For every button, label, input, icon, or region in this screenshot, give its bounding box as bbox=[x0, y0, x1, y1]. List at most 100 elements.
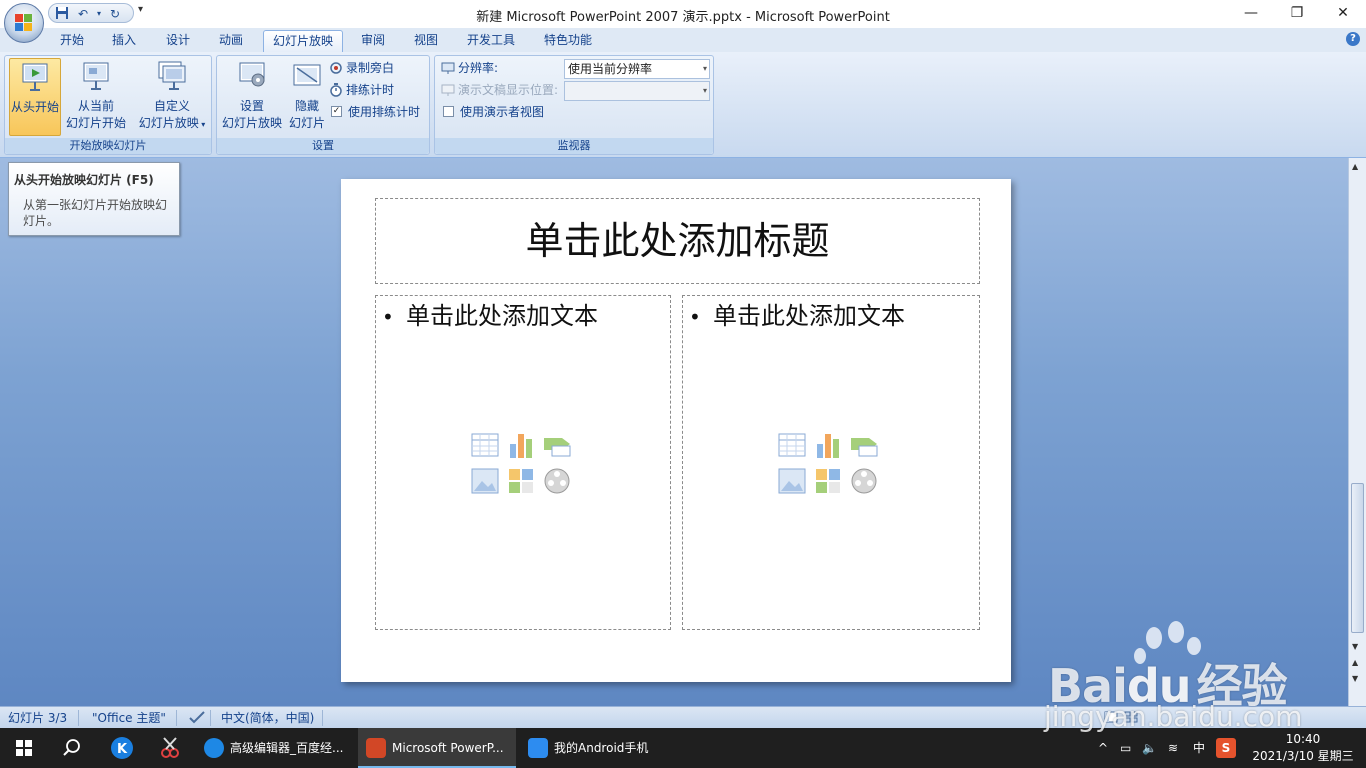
hide-label-2: 幻灯片 bbox=[288, 116, 325, 130]
office-button[interactable] bbox=[4, 3, 44, 43]
search-icon bbox=[63, 739, 80, 756]
hide-slide-button[interactable]: 隐藏 幻灯片 bbox=[287, 58, 327, 136]
left-bullet: • 单击此处添加文本 bbox=[382, 300, 598, 333]
scroll-up-icon[interactable]: ▲ bbox=[1352, 162, 1358, 171]
show-on-dropdown[interactable]: ▾ bbox=[564, 81, 710, 101]
taskbar-app-powerpoint-label: Microsoft PowerP... bbox=[392, 741, 504, 755]
tab-slide-show[interactable]: 幻灯片放映 bbox=[263, 30, 343, 52]
left-content-placeholder[interactable]: • 单击此处添加文本 bbox=[375, 295, 671, 630]
presenter-view-label: 使用演示者视图 bbox=[460, 105, 545, 119]
bullet-icon: • bbox=[382, 305, 394, 329]
kuaishou-app-button[interactable]: K bbox=[98, 728, 146, 768]
tab-review[interactable]: 审阅 bbox=[355, 30, 391, 52]
next-slide-icon[interactable]: ▼ bbox=[1352, 674, 1358, 683]
insert-table-icon[interactable] bbox=[777, 430, 807, 460]
slide-canvas[interactable]: 单击此处添加标题 • 单击此处添加文本 • 单击此处添加文本 bbox=[341, 179, 1011, 682]
insert-picture-icon[interactable] bbox=[470, 466, 500, 496]
show-hidden-icons[interactable]: ^ bbox=[1098, 728, 1108, 768]
right-placeholder-text: 单击此处添加文本 bbox=[713, 302, 905, 330]
system-clock[interactable]: 10:40 2021/3/10 星期三 bbox=[1248, 731, 1358, 765]
close-icon[interactable]: ✕ bbox=[1320, 0, 1366, 28]
from-beginning-label: 从头开始 bbox=[10, 100, 59, 114]
chevron-down-icon: ▾ bbox=[198, 120, 206, 129]
spelling-check-icon[interactable] bbox=[188, 710, 206, 726]
scissors-icon bbox=[161, 737, 179, 758]
tab-animations[interactable]: 动画 bbox=[213, 30, 249, 52]
insert-chart-icon[interactable] bbox=[813, 430, 843, 460]
restore-icon[interactable]: ❐ bbox=[1274, 0, 1320, 28]
set-up-slide-show-button[interactable]: 设置 幻灯片放映 bbox=[219, 58, 285, 136]
previous-slide-icon[interactable]: ▲ bbox=[1352, 658, 1358, 667]
status-separator bbox=[210, 710, 211, 726]
presenter-view-checkbox[interactable]: 使用演示者视图 bbox=[443, 102, 544, 122]
setup-label-2: 幻灯片放映 bbox=[221, 116, 282, 130]
insert-media-clip-icon[interactable] bbox=[542, 466, 572, 496]
insert-picture-icon[interactable] bbox=[777, 466, 807, 496]
rehearse-timings-button[interactable]: 排练计时 bbox=[329, 80, 394, 100]
slideshow-from-beginning-icon bbox=[22, 63, 48, 91]
insert-table-icon[interactable] bbox=[470, 430, 500, 460]
tab-developer[interactable]: 开发工具 bbox=[461, 30, 521, 52]
insert-media-clip-icon[interactable] bbox=[849, 466, 879, 496]
slideshow-from-current-icon bbox=[83, 62, 109, 90]
insert-smartart-icon[interactable] bbox=[849, 430, 879, 460]
tab-special-features[interactable]: 特色功能 bbox=[538, 30, 598, 52]
insert-chart-icon[interactable] bbox=[506, 430, 536, 460]
use-timings-label: 使用排练计时 bbox=[348, 105, 421, 119]
taskbar-app-android[interactable]: 我的Android手机 bbox=[520, 728, 678, 768]
from-beginning-button[interactable]: 从头开始 bbox=[9, 58, 61, 136]
resolution-icon bbox=[441, 62, 455, 74]
slide-counter: 幻灯片 3/3 bbox=[8, 711, 68, 725]
title-bar: 新建 Microsoft PowerPoint 2007 演示.pptx - M… bbox=[0, 0, 1366, 28]
undo-dropdown-icon[interactable]: ▾ bbox=[91, 6, 107, 22]
presenter-view-check-icon[interactable] bbox=[443, 106, 454, 117]
custom-slide-show-button[interactable]: 自定义 幻灯片放映 ▾ bbox=[135, 58, 209, 136]
scroll-down-icon[interactable]: ▼ bbox=[1352, 642, 1358, 651]
normal-view-icon[interactable] bbox=[1104, 710, 1118, 726]
use-rehearsed-timings-checkbox[interactable]: ✓ 使用排练计时 bbox=[331, 102, 420, 122]
volume-icon[interactable]: 🔈 bbox=[1142, 728, 1157, 768]
insert-clip-art-icon[interactable] bbox=[813, 466, 843, 496]
search-button[interactable] bbox=[48, 728, 96, 768]
tab-home[interactable]: 开始 bbox=[54, 30, 90, 52]
bullet-icon: • bbox=[689, 305, 701, 329]
taskbar-app-browser[interactable]: 高级编辑器_百度经... bbox=[196, 728, 354, 768]
taskbar-app-powerpoint[interactable]: Microsoft PowerP... bbox=[358, 728, 516, 768]
start-button[interactable] bbox=[0, 728, 48, 768]
customize-qat-icon[interactable]: ▾ bbox=[138, 4, 143, 15]
title-placeholder[interactable]: 单击此处添加标题 bbox=[375, 198, 980, 284]
insert-smartart-icon[interactable] bbox=[542, 430, 572, 460]
record-narration-button[interactable]: 录制旁白 bbox=[329, 58, 394, 78]
from-current-slide-button[interactable]: 从当前 幻灯片开始 bbox=[63, 58, 129, 136]
left-insert-content-icons bbox=[470, 430, 576, 496]
minimize-icon[interactable]: — bbox=[1228, 0, 1274, 28]
insert-clip-art-icon[interactable] bbox=[506, 466, 536, 496]
slide-sorter-view-icon[interactable] bbox=[1124, 710, 1138, 726]
vertical-scrollbar[interactable]: ▲ ▼ ▲ ▼ bbox=[1348, 158, 1366, 706]
sogou-input-icon[interactable]: S bbox=[1216, 738, 1236, 758]
help-icon[interactable]: ? bbox=[1346, 32, 1360, 46]
tab-view[interactable]: 视图 bbox=[408, 30, 444, 52]
redo-icon[interactable]: ↻ bbox=[107, 6, 123, 22]
tab-insert[interactable]: 插入 bbox=[106, 30, 142, 52]
ribbon: 从头开始 从当前 幻灯片开始 自定义 幻灯片放映 ▾ 开始放映幻灯片 设置 幻灯… bbox=[0, 52, 1366, 158]
resolution-dropdown[interactable]: 使用当前分辨率 ▾ bbox=[564, 59, 710, 79]
chevron-down-icon: ▾ bbox=[702, 64, 707, 73]
language-indicator[interactable]: 中文(简体，中国) bbox=[221, 710, 314, 726]
rehearse-timings-icon bbox=[330, 82, 342, 97]
sogou-browser-icon bbox=[204, 738, 224, 758]
scrollbar-thumb[interactable] bbox=[1351, 483, 1364, 633]
ime-indicator[interactable]: 中 bbox=[1193, 728, 1205, 768]
theme-name[interactable]: "Office 主题" bbox=[92, 710, 166, 726]
snipping-tool-button[interactable] bbox=[146, 728, 194, 768]
save-icon[interactable] bbox=[54, 6, 70, 22]
tab-design[interactable]: 设计 bbox=[160, 30, 196, 52]
svg-text:K: K bbox=[117, 742, 128, 757]
network-icon[interactable]: ≋ bbox=[1168, 728, 1178, 768]
tooltip-title: 从头开始放映幻灯片 (F5) bbox=[14, 173, 154, 187]
right-content-placeholder[interactable]: • 单击此处添加文本 bbox=[682, 295, 980, 630]
undo-icon[interactable]: ↶ bbox=[75, 6, 91, 22]
battery-icon[interactable]: ▭ bbox=[1120, 728, 1131, 768]
taskbar-app-browser-label: 高级编辑器_百度经... bbox=[230, 741, 344, 755]
use-timings-check-icon[interactable]: ✓ bbox=[331, 106, 342, 117]
